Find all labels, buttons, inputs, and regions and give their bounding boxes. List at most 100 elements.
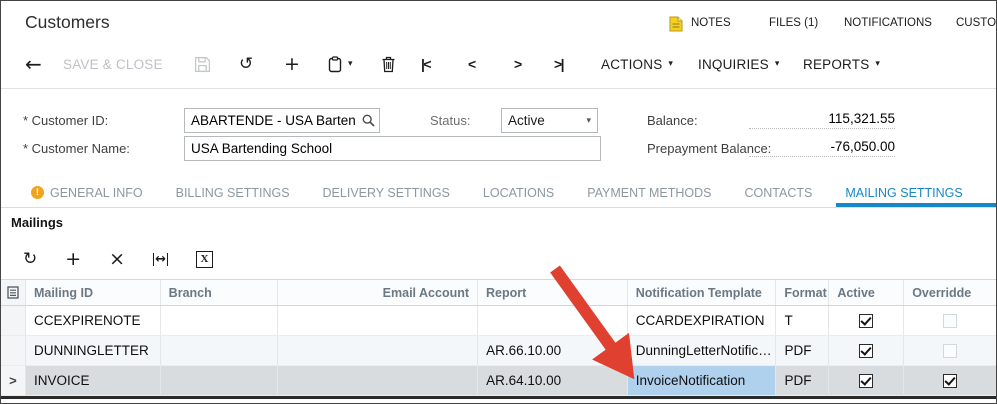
notifications-link[interactable]: NOTIFICATIONS bbox=[844, 17, 932, 29]
customer-name-field[interactable] bbox=[184, 136, 601, 161]
tab-mailing-settings[interactable]: MAILING SETTINGS bbox=[845, 178, 962, 207]
chevron-down-icon: ▾ bbox=[775, 59, 780, 69]
first-record-button[interactable]: |< bbox=[421, 49, 430, 79]
column-header-branch[interactable]: Branch bbox=[161, 280, 279, 305]
cell-branch[interactable] bbox=[161, 336, 279, 366]
cell-mailing-id[interactable]: DUNNINGLETTER bbox=[26, 336, 161, 366]
status-value: Active bbox=[508, 113, 545, 128]
back-button[interactable]: ← bbox=[25, 49, 42, 79]
back-icon: ← bbox=[25, 52, 42, 76]
notes-link[interactable]: NOTES bbox=[691, 17, 731, 29]
tab-delivery-settings[interactable]: DELIVERY SETTINGS bbox=[323, 178, 450, 207]
tab-billing-settings[interactable]: BILLING SETTINGS bbox=[176, 178, 290, 207]
cell-format[interactable]: T bbox=[776, 306, 829, 336]
row-selector-header[interactable] bbox=[1, 280, 26, 305]
chevron-down-icon: ▾ bbox=[586, 116, 591, 126]
active-checkbox[interactable] bbox=[859, 374, 873, 388]
status-select[interactable]: Active ▾ bbox=[501, 108, 598, 133]
column-header-email-account[interactable]: Email Account bbox=[278, 280, 478, 305]
active-checkbox[interactable] bbox=[859, 344, 873, 358]
row-indicator-cell[interactable]: > bbox=[1, 366, 26, 396]
cell-report[interactable] bbox=[478, 306, 628, 336]
status-label: Status: bbox=[430, 113, 470, 128]
column-header-report[interactable]: Report bbox=[478, 280, 628, 305]
last-record-icon: >| bbox=[554, 56, 563, 72]
cell-override bbox=[904, 366, 996, 396]
fit-to-screen-button[interactable]: ↔ bbox=[153, 253, 168, 266]
tab-payment-methods[interactable]: PAYMENT METHODS bbox=[587, 178, 711, 207]
balance-value: 115,321.55 bbox=[749, 111, 895, 129]
chevron-down-icon: ▾ bbox=[348, 59, 353, 69]
cell-active bbox=[829, 306, 904, 336]
save-and-close-button[interactable]: SAVE & CLOSE bbox=[63, 49, 163, 79]
customization-link[interactable]: CUSTOMIZATION bbox=[956, 17, 997, 29]
add-row-button[interactable]: + bbox=[65, 248, 81, 270]
undo-button[interactable]: ↺ bbox=[239, 49, 253, 79]
column-header-mailing-id[interactable]: Mailing ID bbox=[26, 280, 161, 305]
cell-email-account[interactable] bbox=[278, 306, 478, 336]
customer-id-field-wrap bbox=[184, 108, 380, 133]
tab-locations[interactable]: LOCATIONS bbox=[483, 178, 554, 207]
tab-contacts[interactable]: CONTACTS bbox=[745, 178, 813, 207]
tab-general-info[interactable]: ! GENERAL INFO bbox=[31, 178, 143, 207]
cell-notification-template[interactable]: CCARDEXPIRATION bbox=[628, 306, 777, 336]
grid-settings-icon bbox=[7, 286, 19, 299]
cell-notification-template[interactable]: DunningLetterNotification bbox=[628, 336, 777, 366]
cell-email-account[interactable] bbox=[278, 366, 478, 396]
cell-email-account[interactable] bbox=[278, 336, 478, 366]
prepayment-balance-value: -76,050.00 bbox=[749, 139, 895, 157]
cell-format[interactable]: PDF bbox=[776, 336, 829, 366]
cell-active bbox=[829, 366, 904, 396]
fit-width-icon: ↔ bbox=[153, 253, 168, 266]
trash-icon bbox=[381, 56, 396, 73]
grid-header-row: Mailing ID Branch Email Account Report N… bbox=[1, 279, 996, 306]
table-row[interactable]: CCEXPIRENOTE CCARDEXPIRATION T bbox=[1, 306, 996, 336]
balance-label: Balance: bbox=[647, 113, 698, 128]
customer-id-field[interactable] bbox=[184, 108, 380, 133]
cell-mailing-id[interactable]: INVOICE bbox=[26, 366, 161, 396]
table-row[interactable]: DUNNINGLETTER AR.66.10.00 DunningLetterN… bbox=[1, 336, 996, 366]
row-indicator-cell[interactable] bbox=[1, 306, 26, 336]
refresh-button[interactable]: ↻ bbox=[23, 249, 37, 269]
cell-notification-template[interactable]: InvoiceNotification bbox=[628, 366, 777, 396]
actions-menu[interactable]: ACTIONS▾ bbox=[601, 49, 673, 79]
plus-icon: + bbox=[284, 53, 300, 75]
clipboard-menu-button[interactable]: ▾ bbox=[328, 49, 353, 79]
files-link[interactable]: FILES (1) bbox=[769, 17, 818, 29]
window-bottom-edge bbox=[1, 396, 996, 399]
cell-branch[interactable] bbox=[161, 306, 279, 336]
export-to-excel-button[interactable]: X bbox=[196, 251, 213, 268]
mailings-section-title: Mailings bbox=[11, 215, 63, 230]
lookup-magnifier-icon[interactable] bbox=[362, 114, 375, 127]
active-checkbox[interactable] bbox=[859, 314, 873, 328]
cell-branch[interactable] bbox=[161, 366, 279, 396]
cell-report[interactable]: AR.66.10.00 bbox=[478, 336, 628, 366]
column-header-override[interactable]: Overridde bbox=[904, 280, 996, 305]
customer-id-label: * Customer ID: bbox=[23, 113, 108, 128]
delete-row-button[interactable]: × bbox=[109, 248, 125, 270]
notes-icon bbox=[669, 16, 683, 32]
column-header-notification-template[interactable]: Notification Template bbox=[628, 280, 777, 305]
reports-menu[interactable]: REPORTS▾ bbox=[803, 49, 880, 79]
inquiries-menu[interactable]: INQUIRIES▾ bbox=[698, 49, 779, 79]
toolbar-separator bbox=[1, 88, 996, 89]
override-checkbox[interactable] bbox=[943, 374, 957, 388]
cell-report[interactable]: AR.64.10.00 bbox=[478, 366, 628, 396]
chevron-down-icon: ▾ bbox=[875, 59, 880, 69]
save-button[interactable] bbox=[194, 49, 211, 79]
cell-format[interactable]: PDF bbox=[776, 366, 829, 396]
override-checkbox bbox=[943, 344, 957, 358]
column-header-format[interactable]: Format bbox=[776, 280, 829, 305]
row-indicator-cell[interactable] bbox=[1, 336, 26, 366]
add-new-record-button[interactable]: + bbox=[284, 49, 300, 79]
column-header-active[interactable]: Active bbox=[829, 280, 904, 305]
last-record-button[interactable]: >| bbox=[554, 49, 563, 79]
table-row[interactable]: > INVOICE AR.64.10.00 InvoiceNotificatio… bbox=[1, 366, 996, 396]
cell-mailing-id[interactable]: CCEXPIRENOTE bbox=[26, 306, 161, 336]
previous-record-button[interactable]: < bbox=[468, 49, 475, 79]
first-record-icon: |< bbox=[421, 56, 430, 72]
delete-button[interactable] bbox=[381, 49, 396, 79]
plus-icon: + bbox=[65, 248, 81, 270]
excel-icon: X bbox=[196, 251, 213, 268]
next-record-button[interactable]: > bbox=[514, 49, 521, 79]
